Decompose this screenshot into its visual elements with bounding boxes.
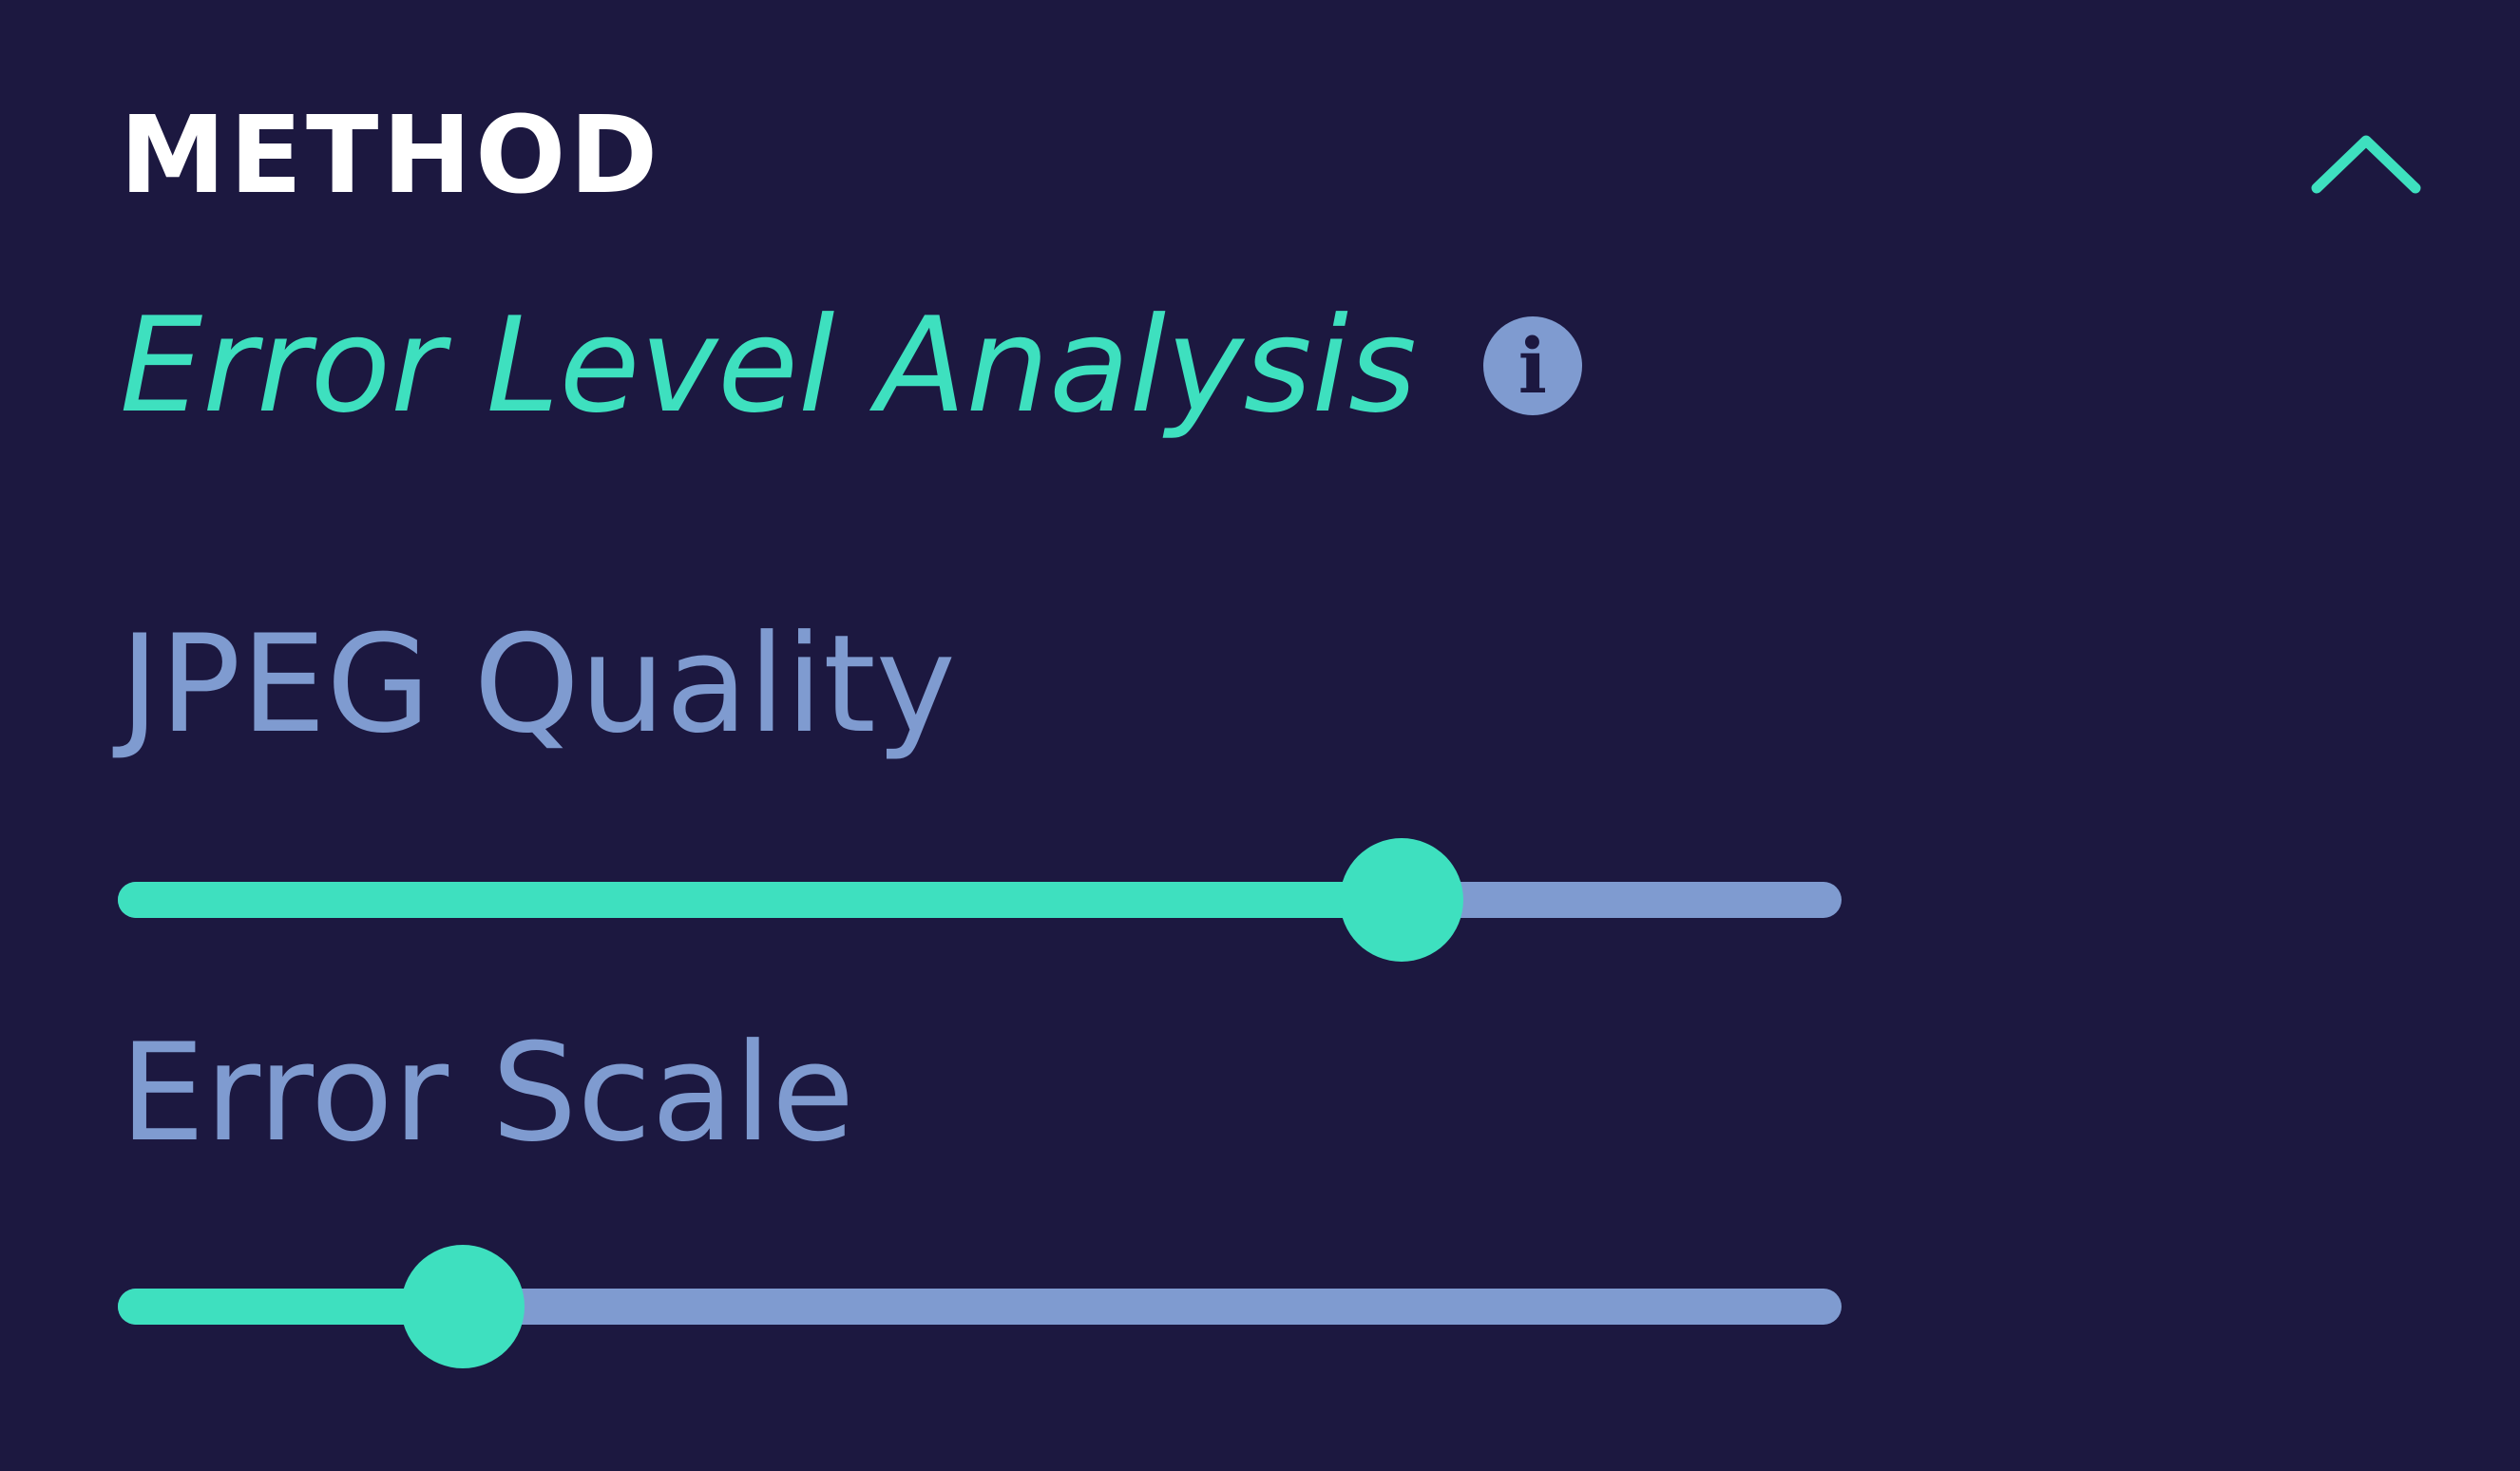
slider-thumb[interactable] bbox=[400, 1245, 525, 1368]
slider-fill bbox=[118, 882, 1403, 918]
jpeg-quality-slider[interactable] bbox=[118, 838, 1842, 962]
collapse-button[interactable] bbox=[2300, 124, 2433, 219]
info-glyph: i bbox=[1518, 321, 1548, 411]
chevron-up-icon bbox=[2311, 135, 2421, 194]
method-selector: Error Level Analysis i bbox=[120, 285, 1582, 447]
method-name: Error Level Analysis bbox=[120, 289, 1417, 442]
section-title: METHOD bbox=[120, 94, 662, 218]
jpeg-quality-label: JPEG Quality bbox=[120, 606, 956, 763]
method-panel: METHOD Error Level Analysis i JPEG Quali… bbox=[0, 0, 2520, 1471]
error-scale-label: Error Scale bbox=[120, 1015, 855, 1172]
info-icon[interactable]: i bbox=[1482, 316, 1582, 415]
slider-thumb[interactable] bbox=[1340, 838, 1464, 962]
error-scale-slider[interactable] bbox=[118, 1245, 1842, 1368]
